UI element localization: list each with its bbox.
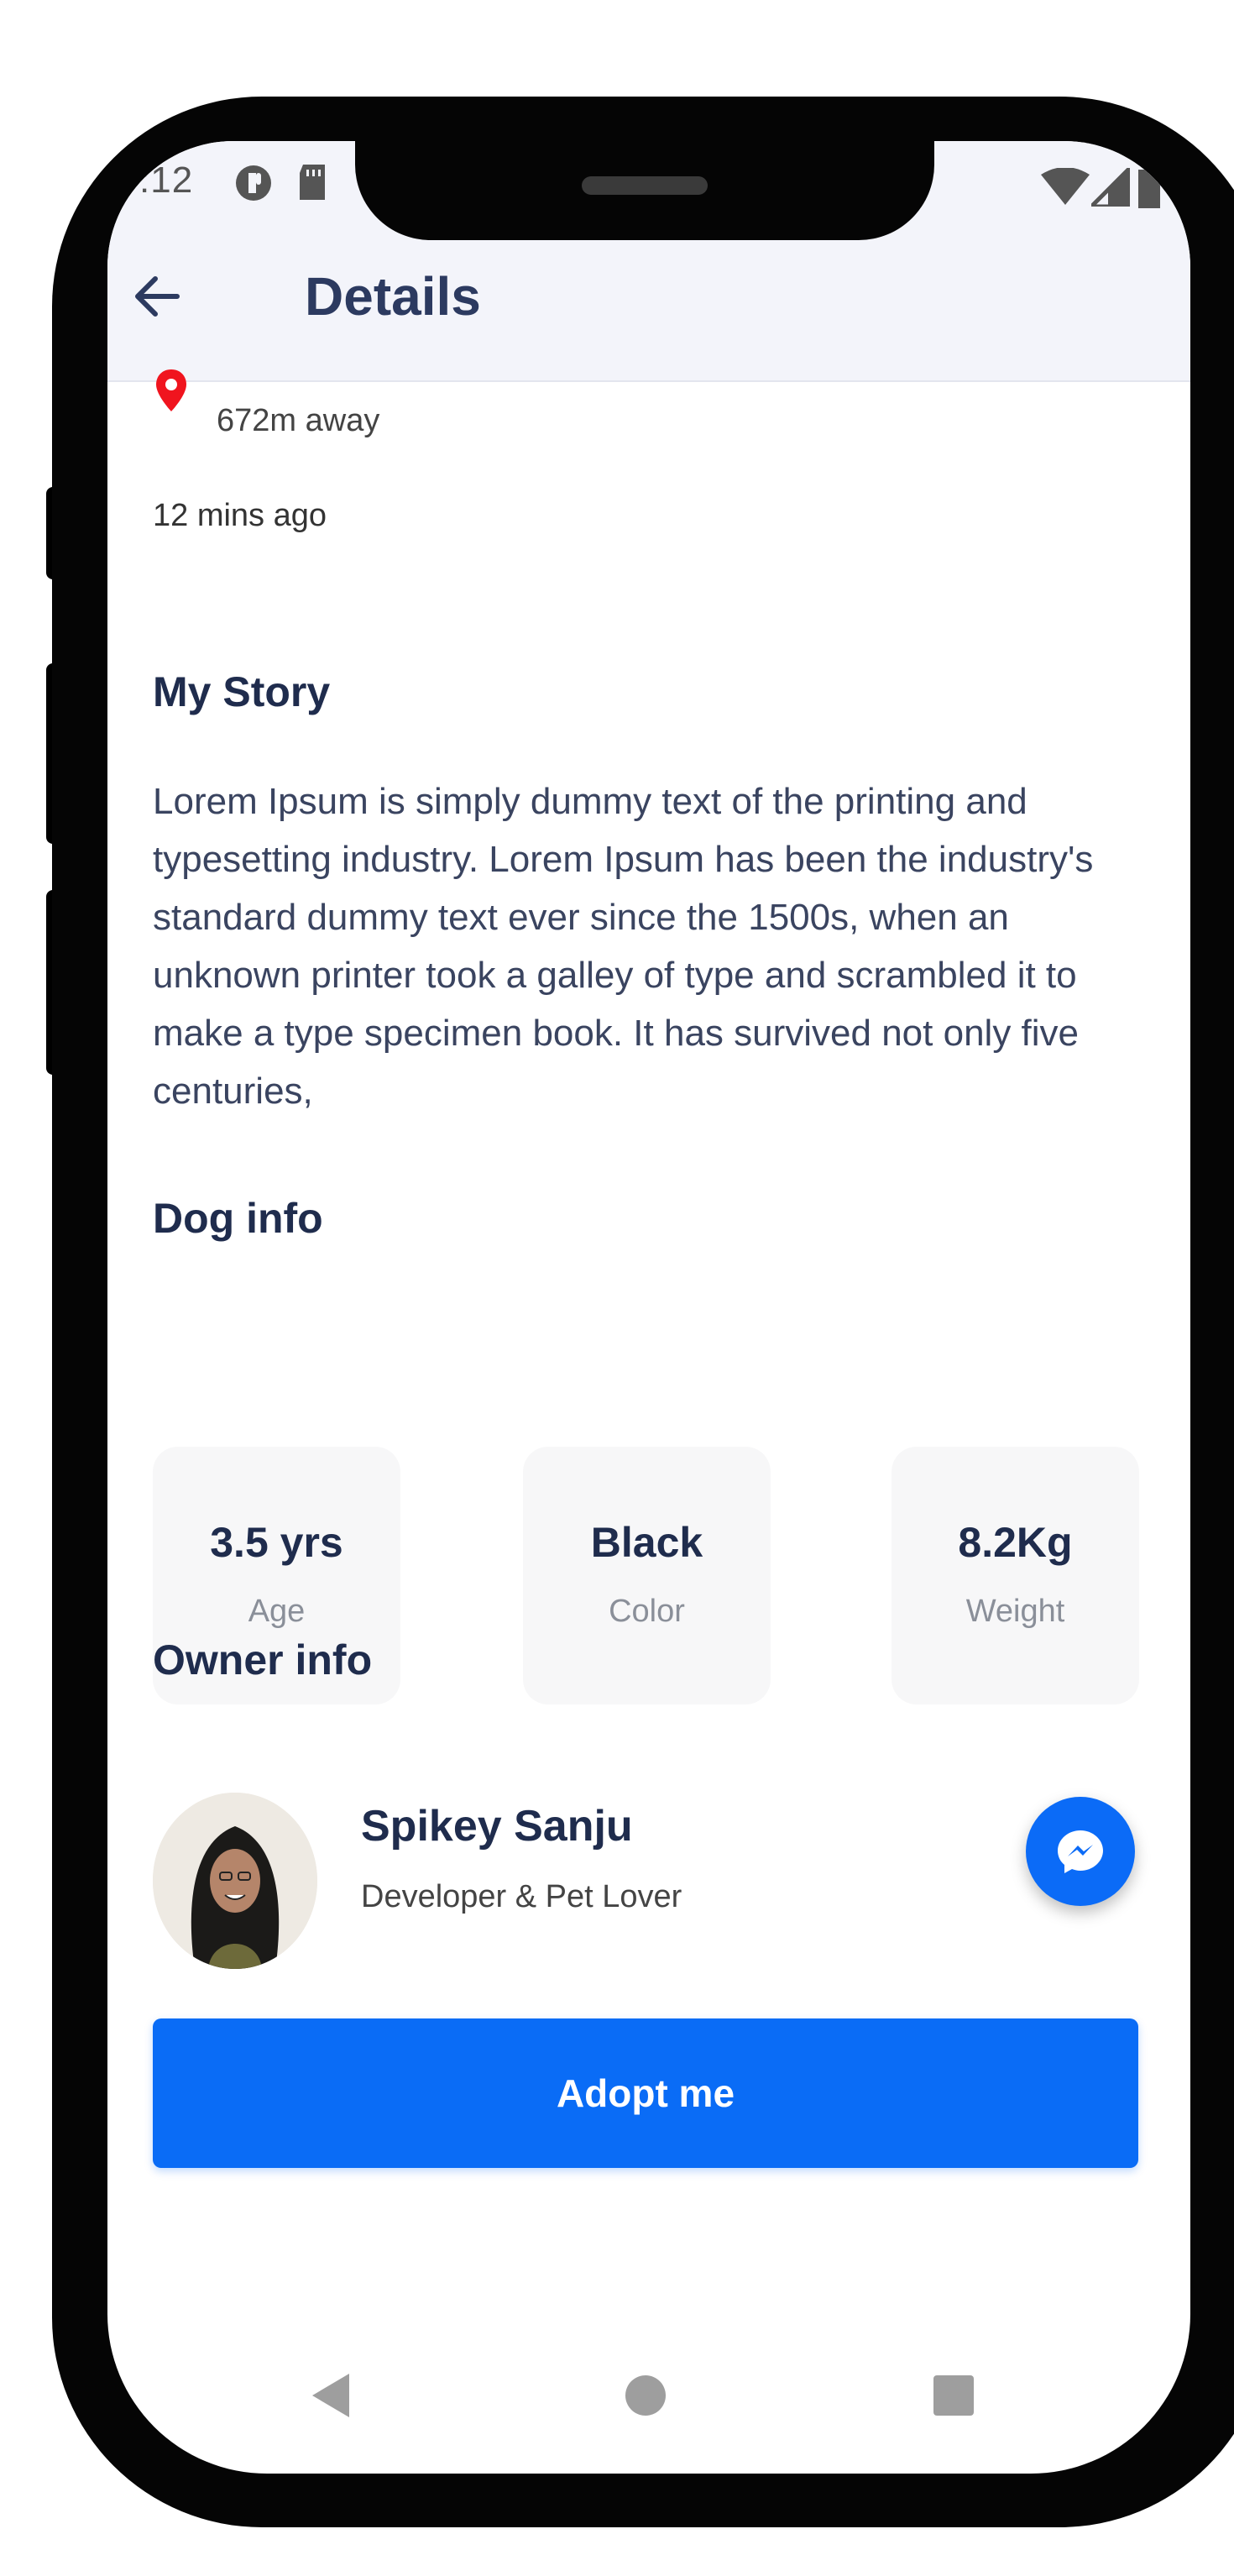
screen: :12 Details 672m away 12 mins ago My Sto…	[107, 141, 1190, 2474]
weight-value: 8.2Kg	[958, 1519, 1073, 1566]
nav-back-icon[interactable]	[309, 2372, 353, 2423]
owner-name: Spikey Sanju	[361, 1802, 633, 1851]
sd-card-icon	[296, 163, 328, 206]
color-value: Black	[590, 1519, 703, 1566]
weight-card: 8.2Kg Weight	[892, 1447, 1139, 1704]
owner-info-heading: Owner info	[153, 1636, 373, 1683]
story-text: Lorem Ipsum is simply dummy text of the …	[153, 781, 1094, 1112]
owner-avatar[interactable]	[153, 1793, 317, 1969]
wifi-icon	[1041, 167, 1090, 209]
page-title: Details	[305, 266, 481, 327]
camera-notch	[355, 141, 934, 240]
color-card: Black Color	[523, 1447, 771, 1704]
back-arrow-icon[interactable]	[128, 267, 187, 326]
nav-recents-icon[interactable]	[933, 2374, 975, 2421]
messenger-icon	[1058, 1830, 1103, 1873]
messenger-button[interactable]	[1026, 1797, 1135, 1906]
battery-icon	[1137, 166, 1162, 212]
dog-info-heading: Dog info	[153, 1195, 323, 1242]
adopt-me-button[interactable]: Adopt me	[153, 2018, 1138, 2168]
signal-icon	[1085, 162, 1132, 211]
posted-time: 12 mins ago	[153, 498, 327, 533]
status-app-icon	[233, 163, 274, 207]
age-label: Age	[248, 1594, 306, 1629]
story-heading: My Story	[153, 668, 331, 715]
color-label: Color	[609, 1594, 685, 1629]
distance-text: 672m away	[217, 403, 380, 438]
owner-subtitle: Developer & Pet Lover	[361, 1879, 682, 1914]
status-time: :12	[139, 160, 194, 201]
system-nav-bar	[107, 2353, 1190, 2437]
nav-home-icon[interactable]	[624, 2374, 667, 2422]
location-pin-icon	[154, 368, 188, 415]
earpiece-speaker	[582, 176, 708, 195]
weight-label: Weight	[965, 1594, 1065, 1629]
age-value: 3.5 yrs	[210, 1519, 343, 1566]
